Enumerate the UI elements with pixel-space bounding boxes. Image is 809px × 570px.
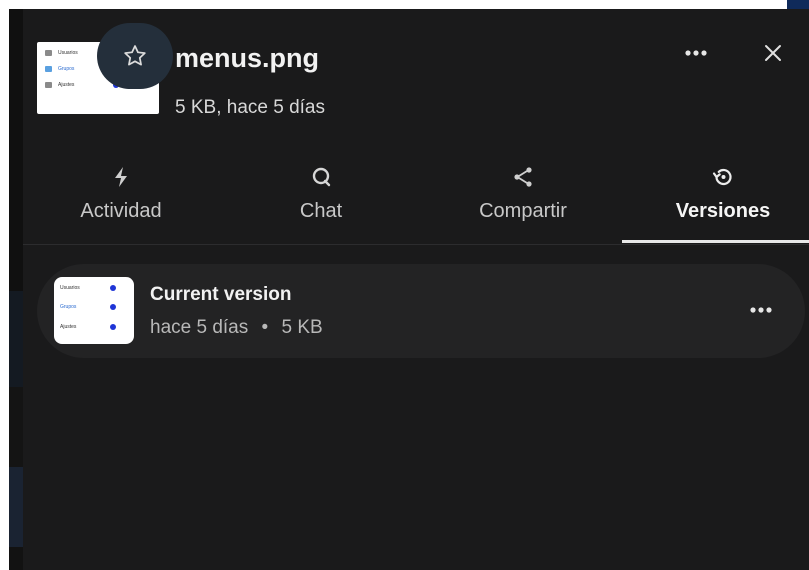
star-outline-icon bbox=[124, 45, 146, 66]
tab-label: Compartir bbox=[479, 200, 567, 222]
badge-dot bbox=[110, 324, 116, 330]
meta-separator: • bbox=[261, 317, 269, 338]
chat-bubble-icon bbox=[312, 167, 331, 187]
version-title: Current version bbox=[150, 284, 292, 305]
badge-dot bbox=[110, 304, 116, 310]
tab-label: Actividad bbox=[80, 200, 162, 222]
version-size: 5 KB bbox=[281, 317, 323, 338]
history-icon bbox=[712, 168, 732, 186]
thumbnail-label: Grupos bbox=[58, 66, 75, 72]
tab-label: Chat bbox=[299, 200, 343, 222]
thumbnail-label: Grupos bbox=[60, 304, 77, 310]
thumbnail-menu-item: Ajustes bbox=[45, 80, 74, 90]
underlying-app-strip bbox=[9, 9, 23, 570]
tab-label: Versiones bbox=[675, 200, 771, 222]
version-time: hace 5 días bbox=[150, 317, 249, 338]
more-actions-button[interactable] bbox=[681, 39, 711, 67]
sidebar-tabs: Actividad Chat Compartir Versiones bbox=[23, 159, 809, 245]
thumbnail-menu-item: Ajustes bbox=[60, 322, 76, 332]
groups-icon bbox=[45, 66, 52, 72]
version-actions-button[interactable] bbox=[745, 298, 777, 322]
thumbnail-label: Ajustes bbox=[60, 324, 77, 330]
tab-versiones[interactable]: Versiones bbox=[643, 159, 803, 245]
file-name: menus.png bbox=[175, 43, 320, 73]
thumbnail-menu-item: Grupos bbox=[45, 64, 74, 74]
thumbnail-label: Usuarios bbox=[58, 50, 78, 56]
thumbnail-menu-item: Usuarios bbox=[60, 283, 80, 293]
version-list-item[interactable]: Usuarios Grupos Ajustes Current version … bbox=[37, 264, 805, 358]
thumbnail-label: Ajustes bbox=[58, 82, 75, 88]
version-meta: hace 5 días • 5 KB bbox=[150, 317, 323, 339]
thumbnail-label: Usuarios bbox=[60, 285, 80, 291]
file-subtitle: 5 KB, hace 5 días bbox=[175, 97, 325, 118]
close-button[interactable] bbox=[758, 39, 788, 67]
ellipsis-icon bbox=[750, 307, 772, 313]
ellipsis-icon bbox=[685, 50, 707, 56]
page-background-left bbox=[0, 0, 9, 570]
thumbnail-menu-item: Grupos bbox=[60, 302, 76, 312]
version-thumbnail: Usuarios Grupos Ajustes bbox=[54, 277, 134, 344]
tab-chat[interactable]: Chat bbox=[251, 159, 391, 245]
tab-compartir[interactable]: Compartir bbox=[453, 159, 593, 245]
users-icon bbox=[45, 50, 52, 56]
page-background-top bbox=[0, 0, 809, 9]
file-details-sidebar: Usuarios Grupos Ajustes menus.png 5 KB, … bbox=[23, 9, 809, 570]
tabs-divider bbox=[23, 244, 809, 245]
active-tab-indicator bbox=[622, 240, 809, 243]
thumbnail-menu-item: Usuarios bbox=[45, 48, 78, 58]
share-icon bbox=[514, 167, 532, 187]
lightning-icon bbox=[115, 167, 127, 187]
close-icon bbox=[765, 45, 781, 61]
settings-icon bbox=[45, 82, 52, 88]
badge-dot bbox=[110, 285, 116, 291]
favorite-button[interactable] bbox=[97, 23, 173, 89]
tab-actividad[interactable]: Actividad bbox=[53, 159, 189, 245]
